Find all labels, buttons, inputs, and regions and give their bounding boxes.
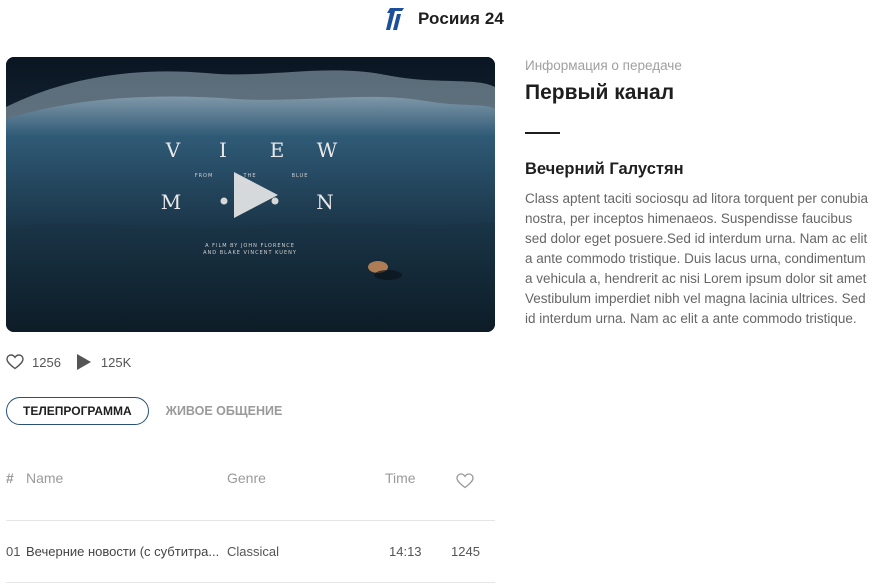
poster-letter-m: M [161,190,183,214]
play-icon[interactable] [230,168,282,222]
poster-letter-i: I [219,138,229,162]
heart-icon [6,354,24,370]
video-stats: 1256 125K [6,352,145,372]
col-genre[interactable]: Genre [227,470,266,486]
info-label: Информация о передаче [525,58,682,73]
slide-indicator [220,197,279,205]
col-name[interactable]: Name [26,470,63,486]
row-genre: Classical [227,544,280,559]
poster-word-from: FROM [195,173,214,179]
col-num: # [6,470,14,486]
poster-credit-2: AND BLAKE VINCENT KUENY [203,250,297,256]
poster-letter-n: N [316,190,336,214]
info-divider [525,132,560,134]
poster-credit-1: A FILM BY JOHN FLORENCE [205,243,295,249]
row-name: Вечерние новости (с субтитра... [26,544,220,559]
table-divider [6,582,495,583]
row-likes: 1245 [451,544,480,559]
table-row[interactable]: 01 Вечерние новости (с субтитра... Class… [6,540,495,564]
info-title: Первый канал [525,81,675,104]
table-header: # Name Genre Time [6,470,495,490]
row-time: 14:13 [389,544,422,559]
table-divider [6,520,495,521]
show-title: Вечерний Галустян [525,160,684,178]
channel-one-logo-icon [386,8,405,30]
plays-count: 125K [100,354,132,370]
play-count-icon [76,354,91,370]
row-num: 01 [6,544,21,559]
poster-letter-w: W [317,138,340,162]
tab-tv-program[interactable]: ТЕЛЕПРОГРАММА [6,397,149,425]
heart-icon[interactable] [456,473,474,489]
channel-name: Росиия 24 [418,9,504,28]
video-player[interactable]: V I E W M N FROM THE BLUE A FILM BY JOHN… [6,57,495,332]
tab-live-chat[interactable]: ЖИВОЕ ОБЩЕНИЕ [166,404,283,418]
col-time[interactable]: Time [385,470,416,486]
tabs: ТЕЛЕПРОГРАММА ЖИВОЕ ОБЩЕНИЕ [6,397,282,425]
plays-stat: 125K [75,353,131,371]
channel-logo[interactable]: Росиия 24 [374,5,504,33]
likes-stat[interactable]: 1256 [6,354,61,370]
header: Росиия 24 [0,4,878,34]
poster-letter-e: E [270,138,287,162]
show-description: Class aptent taciti sociosqu ad litora t… [525,191,868,326]
likes-count: 1256 [32,354,61,370]
poster-letter-v: V [165,138,182,162]
poster-word-blue: BLUE [292,173,309,179]
